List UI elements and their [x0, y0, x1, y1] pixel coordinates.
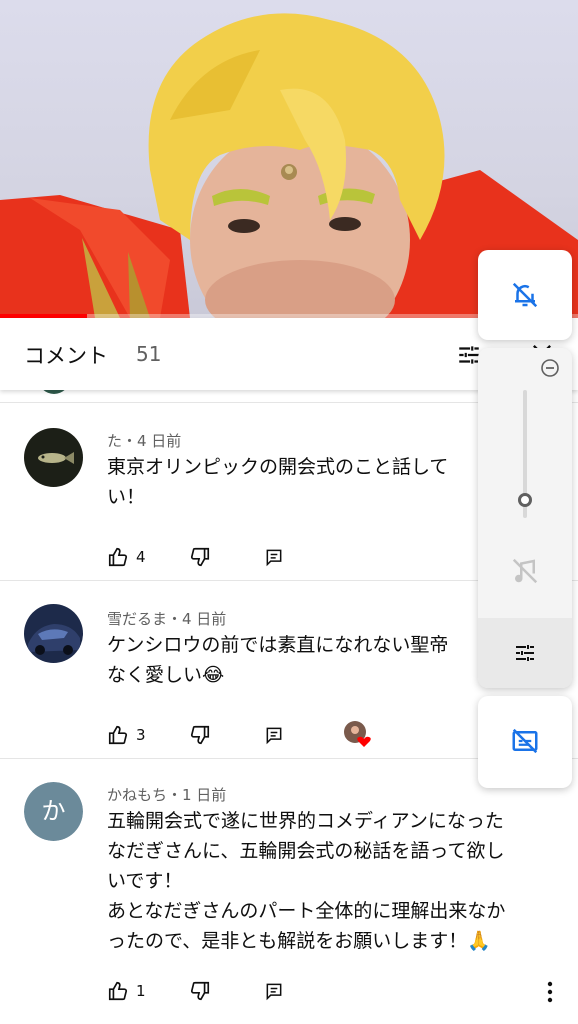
comment-author-time[interactable]: た・4 日前 — [107, 430, 181, 451]
avatar[interactable]: か — [24, 782, 83, 841]
notifications-off-button[interactable] — [478, 250, 572, 340]
like-count: 4 — [136, 548, 146, 566]
avatar[interactable] — [24, 428, 83, 487]
like-icon[interactable] — [107, 724, 129, 746]
car-photo-icon — [24, 604, 83, 663]
vibration-off-icon[interactable] — [510, 556, 540, 586]
dislike-icon[interactable] — [189, 724, 211, 746]
comment-author-time[interactable]: かねもち・1 日前 — [107, 784, 226, 805]
reply-icon[interactable] — [264, 547, 284, 567]
comment-text: 五輪開会式で遂に世界的コメディアンになった なだぎさんに、五輪開会式の秘話を語っ… — [107, 810, 506, 952]
reply-icon[interactable] — [264, 981, 284, 1001]
creator-heart-icon — [344, 721, 371, 747]
sound-mode-panel — [478, 348, 572, 688]
like-count: 1 — [136, 982, 146, 1000]
avatar-letter: か — [24, 782, 83, 841]
fish-photo-icon — [24, 428, 83, 487]
comments-count: 51 — [136, 342, 162, 366]
reply-icon[interactable] — [264, 725, 284, 745]
volume-slider[interactable] — [518, 390, 532, 518]
volume-slider-knob[interactable] — [518, 492, 532, 507]
like-count: 3 — [136, 726, 146, 744]
captions-off-icon — [512, 728, 538, 754]
like-icon[interactable] — [107, 980, 129, 1002]
zoom-out-icon[interactable] — [540, 358, 560, 378]
more-vert-icon[interactable] — [540, 980, 560, 1004]
dislike-icon[interactable] — [189, 980, 211, 1002]
tune-icon — [516, 645, 534, 661]
avatar — [38, 390, 70, 394]
comments-title: コメント — [24, 344, 108, 368]
tune-button[interactable] — [478, 618, 572, 688]
avatar[interactable] — [24, 604, 83, 663]
dislike-icon[interactable] — [189, 546, 211, 568]
like-icon[interactable] — [107, 546, 129, 568]
captions-off-button[interactable] — [478, 696, 572, 788]
notifications-off-icon — [512, 282, 538, 308]
comment-author-time[interactable]: 雪だるま・4 日前 — [107, 608, 226, 629]
